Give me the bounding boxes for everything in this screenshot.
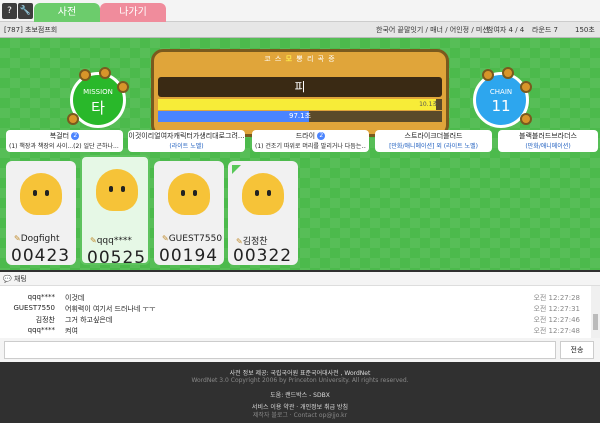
mission-badge: MISSION 타	[67, 67, 129, 128]
history-card-title: 이것이리얼여자캐릭터가생리대로그려...	[128, 132, 245, 140]
history-card-desc: (1) 책장과 책장의 사이...(2) 일단 곤하나...	[9, 143, 119, 150]
player-score: 00525	[87, 248, 147, 268]
chat-input-row: 전송	[0, 338, 600, 362]
player-avatar	[20, 173, 62, 215]
room-round: 라운드 7	[532, 26, 558, 34]
tab-dictionary[interactable]: 사전	[34, 3, 100, 22]
room-time: 150초	[575, 26, 595, 34]
chat-message: qqq**** 이것데 오전 12:27:28	[0, 293, 586, 303]
pencil-icon: ✎	[236, 237, 243, 246]
frog-ear-icon	[482, 69, 494, 81]
board-title: 코 스 모 뽕 리 곡 증	[264, 55, 336, 63]
current-word: 피	[158, 77, 442, 97]
room-rules: 한국어 끝말잇기 / 매너 / 어인정 / 미션	[376, 26, 489, 34]
history-card-title: 복걸터 2	[6, 131, 123, 141]
tab-exit[interactable]: 나가기	[100, 3, 166, 22]
footer-dictionary-credit[interactable]: 사전 정보 제공: 국립국어원 표준국어대사전 , WordNet	[0, 368, 600, 377]
player-card-active[interactable]: ✎qqq**** 00525	[80, 155, 150, 268]
history-card-desc: [만화/애니메이션] 외 (라이트 노벨)	[389, 143, 478, 150]
history-card-title: 드라이 2	[252, 131, 369, 141]
chat-time: 오전 12:27:48	[533, 327, 580, 335]
send-button[interactable]: 전송	[560, 341, 594, 359]
game-window: ? 🔧 사전 나가기 [787] 초보점프회 한국어 끝말잇기 / 매너 / 어…	[0, 0, 600, 423]
frog-ear-icon	[502, 67, 514, 79]
room-id: [787] 초보점프회	[4, 26, 58, 34]
history-card-desc: (1) 건조기 따위로 머리를 말리거나 다듬는...	[255, 143, 366, 150]
corner-marker-icon	[232, 165, 241, 174]
round-timer-label: 97.1초	[288, 112, 312, 120]
history-card[interactable]: 스트라이크더블러드 [만화/애니메이션] 외 (라이트 노벨)	[375, 130, 492, 152]
player-card[interactable]: ✎Dogfight 00423	[6, 161, 76, 266]
history-card[interactable]: 드라이 2 (1) 건조기 따위로 머리를 말리거나 다듬는...	[252, 130, 369, 152]
chat-log: qqq**** 이것데 오전 12:27:28 GUEST7550 어휘력이 여…	[0, 286, 600, 338]
chat-time: 오전 12:27:28	[533, 294, 580, 302]
chat-nick[interactable]: qqq****	[0, 293, 55, 301]
player-avatar	[96, 169, 138, 211]
player-nickname: ✎qqq****	[90, 236, 132, 246]
chat-scrollbar[interactable]	[591, 286, 600, 338]
chat-input[interactable]	[4, 341, 556, 359]
pencil-icon: ✎	[90, 236, 97, 245]
word-board: 코 스 모 뽕 리 곡 증 피 10.1초 97.1초	[151, 49, 449, 137]
chat-message: qqq**** 켜여 오전 12:27:48	[0, 326, 586, 336]
footer-wordnet-credit: WordNet 3.0 Copyright 2006 by Princeton …	[191, 377, 409, 384]
chain-value: 11	[491, 97, 511, 115]
player-score: 00322	[233, 246, 293, 266]
history-card[interactable]: 블랙블러드브라더스 (만화/애니메이션)	[498, 130, 598, 152]
footer: 사전 정보 제공: 국립국어원 표준국어대사전 , WordNet WordNe…	[0, 362, 600, 423]
pencil-icon: ✎	[14, 234, 21, 243]
mission-value: 타	[91, 99, 105, 117]
history-card[interactable]: 이것이리얼여자캐릭터가생리대로그려... (라이트 노벨)	[128, 130, 245, 152]
chat-message: GUEST7550 어휘력이 여기서 드러나네 ㅜㅜ 오전 12:27:31	[0, 304, 586, 314]
sense-count-badge: 2	[317, 132, 326, 140]
chain-caption: CHAIN	[489, 88, 513, 96]
help-icon[interactable]: ?	[2, 3, 17, 19]
board-title-highlight: 모	[285, 55, 294, 63]
round-timer-bar: 97.1초	[158, 111, 442, 122]
chat-nick[interactable]: 김정찬	[0, 315, 55, 325]
player-avatar	[168, 173, 210, 215]
player-avatar	[242, 173, 284, 215]
chat-text: 켜여	[65, 327, 78, 335]
history-card[interactable]: 복걸터 2 (1) 책장과 책장의 사이...(2) 일단 곤하나...	[6, 130, 123, 152]
history-card-title: 스트라이크더블러드	[404, 132, 463, 140]
sense-count-badge: 2	[71, 132, 80, 140]
chat-time: 오전 12:27:31	[533, 305, 580, 313]
frog-ear-icon	[79, 69, 91, 81]
chat-time: 오전 12:27:46	[533, 316, 580, 324]
player-nickname: ✎GUEST7550	[162, 234, 222, 244]
player-score: 00423	[11, 246, 71, 266]
game-board-area: MISSION 타 CHAIN 11 코 스 모 뽕 리 곡 증 피 10.1초…	[0, 38, 600, 270]
chat-nick[interactable]: GUEST7550	[0, 304, 55, 312]
mission-caption: MISSION	[83, 88, 113, 96]
room-player-count: 참여자 4 / 4	[487, 26, 525, 34]
footer-help-link[interactable]: 도움: 랜드박스 - SDBX	[0, 390, 600, 399]
chat-scrollbar-thumb[interactable]	[593, 314, 598, 330]
room-info-bar: [787] 초보점프회 한국어 끝말잇기 / 매너 / 어인정 / 미션 참여자…	[0, 22, 600, 38]
player-nickname: ✎Dogfight	[14, 234, 60, 244]
chain-badge: CHAIN 11	[473, 67, 532, 128]
settings-wrench-icon[interactable]: 🔧	[18, 3, 33, 19]
frog-ear-icon	[99, 67, 111, 79]
top-tab-bar: ? 🔧 사전 나가기	[0, 0, 600, 22]
chat-text: 어휘력이 여기서 드러나네 ㅜㅜ	[65, 305, 156, 313]
turn-timer-bar: 10.1초	[158, 99, 442, 110]
chat-text: 이것데	[65, 294, 85, 302]
turn-timer-fill	[158, 99, 437, 110]
chat-bubble-icon: 💬	[3, 275, 12, 283]
chat-message: 김정찬 그거 하고싶은데 오전 12:27:46	[0, 315, 586, 325]
chat-nick[interactable]: qqq****	[0, 326, 55, 334]
history-card-title: 블랙블러드브라더스	[519, 132, 577, 140]
turn-timer-label: 10.1초	[419, 101, 438, 108]
pencil-icon: ✎	[162, 234, 169, 243]
player-score: 00194	[159, 246, 219, 266]
chat-header: 💬 채팅	[0, 272, 600, 286]
history-card-desc: (만화/애니메이션)	[525, 143, 571, 150]
player-card[interactable]: ✎김정찬 00322	[228, 161, 298, 266]
player-card[interactable]: ✎GUEST7550 00194	[154, 161, 224, 266]
chat-text: 그거 하고싶은데	[65, 316, 113, 324]
history-card-desc: (라이트 노벨)	[169, 143, 204, 150]
footer-contact[interactable]: 제작자 블로그 · Contact op@jjo.kr	[0, 410, 600, 419]
